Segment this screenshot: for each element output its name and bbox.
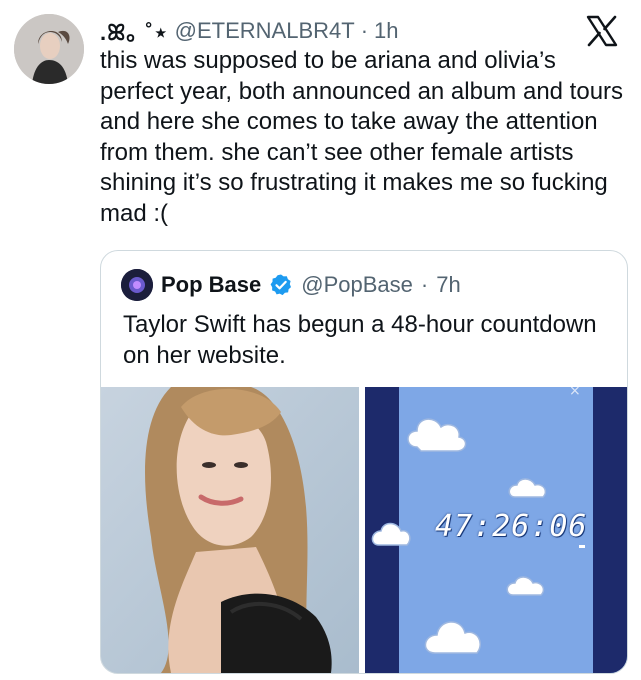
header-separator: · xyxy=(360,18,369,43)
quoted-author-avatar[interactable] xyxy=(121,269,153,301)
tweet-header: .ꕤ｡ ˚⋆ @ETERNALBR4T · 1h xyxy=(100,14,581,48)
x-logo-icon[interactable] xyxy=(585,14,619,48)
quoted-header-separator: · xyxy=(420,272,429,297)
media-countdown-screenshot[interactable]: × 47:26:06 xyxy=(365,387,627,673)
quoted-tweet-header: Pop Base @PopBase · 7h xyxy=(121,269,461,301)
countdown-timer: 47:26:06 xyxy=(435,509,588,544)
close-mark[interactable]: × xyxy=(569,387,581,399)
media-photo-portrait[interactable] xyxy=(101,387,359,673)
popbase-logo-icon xyxy=(121,269,153,301)
quoted-tweet-card[interactable]: Pop Base @PopBase · 7h Taylor Swift has … xyxy=(100,250,628,674)
author-avatar[interactable] xyxy=(14,14,84,84)
tweet-timestamp[interactable]: 1h xyxy=(374,18,398,44)
tweet-text: this was supposed to be ariana and olivi… xyxy=(100,47,624,227)
quoted-tweet-text: Taylor Swift has begun a 48-hour countdo… xyxy=(123,311,597,369)
portrait-illustration xyxy=(101,387,359,673)
quoted-author-name[interactable]: Pop Base xyxy=(161,272,261,298)
verified-badge-icon xyxy=(270,274,292,296)
author-display-name[interactable]: .ꕤ｡ ˚⋆ xyxy=(100,15,169,47)
author-handle[interactable]: @ETERNALBR4T xyxy=(175,18,355,44)
quoted-author-handle[interactable]: @PopBase xyxy=(301,272,413,298)
quoted-tweet-timestamp[interactable]: 7h xyxy=(436,272,460,298)
author-avatar-image xyxy=(14,14,84,84)
